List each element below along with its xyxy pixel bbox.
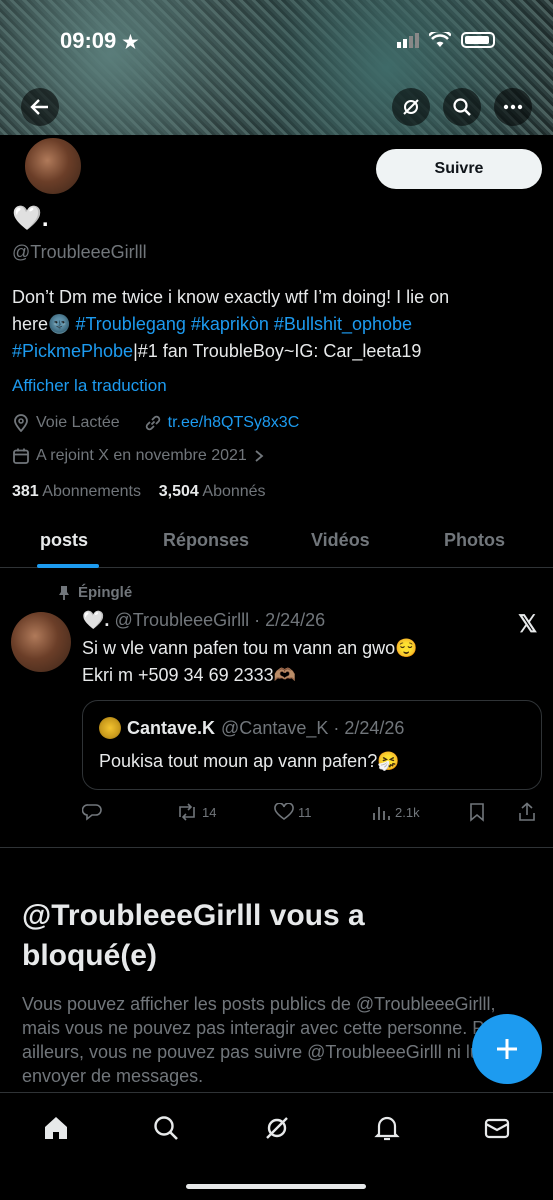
profile-handle: @TroubleeeGirlll	[12, 242, 147, 262]
reply-button[interactable]	[82, 800, 102, 824]
mail-icon	[484, 1118, 510, 1139]
tab-photos[interactable]: Photos	[444, 530, 505, 551]
bio-text-line1: Don’t Dm me twice i know exactly wtf I’m…	[12, 287, 450, 307]
tab-posts[interactable]: posts	[40, 530, 88, 551]
more-button[interactable]	[494, 88, 532, 126]
calendar-icon	[13, 448, 29, 464]
battery-icon	[461, 32, 495, 48]
followers-count: 3,504	[158, 483, 199, 500]
follow-counts: 381 Abonnements 3,504 Abonnés	[12, 483, 266, 501]
status-time: 09:09 ★	[60, 28, 139, 54]
nav-grok[interactable]	[262, 1113, 292, 1143]
tab-videos[interactable]: Vidéos	[311, 530, 370, 551]
active-tab-indicator	[37, 564, 99, 568]
tweet-text-line1: Si w vle vann pafen tou m vann an gwo😌	[82, 638, 418, 658]
followers-label: Abonnés	[202, 483, 266, 500]
home-indicator	[186, 1184, 366, 1189]
retweet-icon	[179, 803, 195, 821]
bell-icon	[374, 1116, 400, 1141]
like-count: 11	[298, 804, 312, 820]
views-icon	[373, 807, 390, 820]
share-icon	[519, 802, 535, 821]
following-count: 381	[12, 483, 39, 500]
pinned-indicator: Épinglé	[58, 584, 132, 601]
tweet-header: 🤍. @TroubleeeGirlll · 2/24/26	[82, 610, 325, 631]
tweet-avatar[interactable]	[11, 612, 71, 672]
retweet-count: 14	[202, 804, 217, 820]
like-button[interactable]: 11	[274, 800, 312, 824]
heart-icon	[274, 803, 294, 820]
following-link[interactable]: 381 Abonnements	[12, 483, 141, 500]
grok-icon	[266, 1117, 288, 1139]
share-button[interactable]	[518, 800, 536, 824]
nav-notifications[interactable]	[372, 1113, 402, 1143]
signal-icon	[397, 33, 419, 48]
profile-avatar[interactable]	[22, 135, 84, 197]
chevron-right-icon	[255, 450, 264, 462]
more-icon	[503, 104, 523, 110]
status-icons	[397, 32, 495, 48]
bio-hashtags[interactable]: #Troublegang #kaprikòn #Bullshit_ophobe	[75, 314, 412, 334]
wifi-icon	[429, 32, 451, 47]
section-divider	[0, 847, 553, 848]
plus-icon	[497, 1039, 517, 1059]
views-count: 2.1k	[395, 804, 420, 820]
search-icon	[154, 1116, 178, 1140]
compose-button[interactable]	[472, 1014, 542, 1084]
nav-search[interactable]	[151, 1113, 181, 1143]
quoted-tweet-header: Cantave.K @Cantave_K · 2/24/26	[99, 717, 404, 739]
joined-row[interactable]: A rejoint X en novembre 2021	[12, 447, 265, 465]
tweet-author-name[interactable]: 🤍.	[82, 610, 109, 630]
home-icon	[45, 1117, 67, 1139]
quoted-tweet-text: Poukisa tout moun ap vann pafen?🤧	[99, 751, 400, 771]
reply-icon	[82, 804, 102, 821]
bio-text-line3: |#1 fan TroubleBoy~IG: Car_leeta19	[133, 341, 422, 361]
search-icon	[453, 98, 471, 116]
follow-button[interactable]: Suivre	[376, 149, 542, 189]
pinned-label: Épinglé	[78, 584, 133, 601]
tweet-author-handle-date: @TroubleeeGirlll · 2/24/26	[114, 610, 326, 630]
quoted-avatar	[99, 717, 121, 739]
link-icon	[145, 415, 160, 431]
status-time-text: 09:09	[60, 28, 117, 53]
retweet-button[interactable]: 14	[176, 800, 216, 824]
profile-location: Voie Lactée	[36, 414, 120, 431]
profile-name: 🤍.	[12, 205, 49, 232]
bio-hashtag-pickmephobe[interactable]: #PickmePhobe	[12, 341, 133, 361]
grok-icon	[403, 99, 419, 115]
grok-button[interactable]	[392, 88, 430, 126]
tweet-text-line2: Ekri m +509 34 69 2333🫶🏽	[82, 665, 297, 685]
search-button[interactable]	[443, 88, 481, 126]
nav-messages[interactable]	[482, 1113, 512, 1143]
blocked-message: Vous pouvez afficher les posts publics d…	[22, 994, 501, 1086]
followers-link[interactable]: 3,504 Abonnés	[159, 483, 266, 500]
translate-link[interactable]: Afficher la traduction	[12, 376, 167, 396]
profile-joined: A rejoint X en novembre 2021	[36, 447, 247, 464]
tab-replies[interactable]: Réponses	[163, 530, 249, 551]
views-button[interactable]: 2.1k	[371, 800, 420, 824]
bookmark-icon	[470, 803, 484, 822]
nav-home[interactable]	[41, 1113, 71, 1143]
x-logo-icon: 𝕏	[518, 611, 538, 638]
status-bar: 09:09 ★	[0, 26, 553, 56]
blocked-title: @TroubleeeGirlll vous a bloqué(e)	[22, 899, 365, 972]
profile-bio: Don’t Dm me twice i know exactly wtf I’m…	[12, 284, 532, 365]
quoted-tweet[interactable]: Cantave.K @Cantave_K · 2/24/26 Poukisa t…	[82, 700, 542, 790]
quoted-author-handle-date: @Cantave_K · 2/24/26	[221, 717, 405, 738]
quoted-author-name: Cantave.K	[127, 717, 216, 738]
pin-icon	[59, 585, 69, 600]
profile-tabs: posts Réponses Vidéos Photos	[0, 520, 553, 568]
following-label: Abonnements	[42, 483, 141, 500]
bio-text-line2: here🌚	[12, 314, 76, 334]
back-button[interactable]	[21, 88, 59, 126]
location-icon	[14, 414, 28, 432]
profile-website[interactable]: tr.ee/h8QTSy8x3C	[168, 414, 300, 432]
profile-meta-row: Voie Lactée tr.ee/h8QTSy8x3C	[12, 414, 299, 432]
arrow-left-icon	[30, 99, 48, 115]
bookmark-button[interactable]	[468, 800, 486, 824]
moon-icon: ★	[122, 32, 139, 52]
